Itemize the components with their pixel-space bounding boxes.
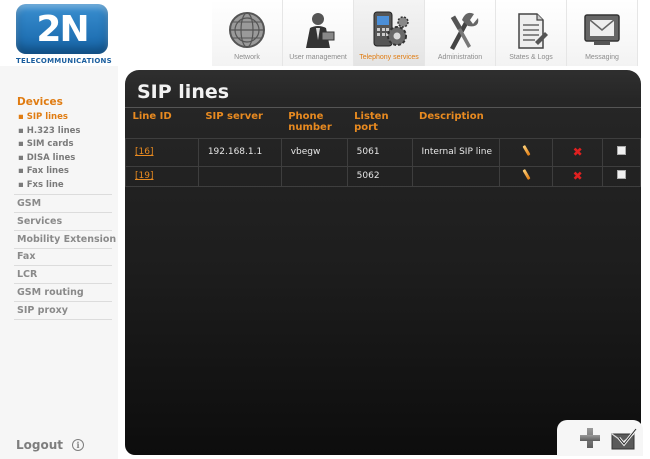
sidebar-subitem-h323-lines[interactable]: ▪ H.323 lines (18, 126, 80, 136)
sidebar-divider (14, 301, 112, 302)
sip-server-cell: 192.168.1.1 (197, 137, 282, 167)
messaging-icon (584, 14, 620, 45)
description-cell: Internal SIP line (411, 137, 501, 167)
column-header-line-id: Line ID (132, 111, 172, 122)
sidebar-subitem-label: Fax lines (26, 166, 69, 176)
select-cell (602, 137, 641, 167)
table-row: [19] 5062 ✖ (125, 165, 641, 187)
sidebar-subitem-label: Fxs line (26, 180, 64, 190)
phone-number-cell (280, 165, 348, 187)
nav-telephony-services[interactable]: Telephony services (354, 0, 425, 66)
sidebar-divider (14, 212, 112, 213)
row-select-checkbox[interactable] (617, 146, 627, 155)
edit-pencil-icon[interactable] (522, 168, 531, 181)
administration-tools-icon (450, 12, 479, 50)
column-header-edit (500, 108, 553, 138)
sidebar-subitem-sip-lines[interactable]: ▪ SIP lines (18, 112, 68, 122)
add-plus-icon[interactable] (580, 428, 600, 448)
network-globe-icon (229, 12, 265, 48)
sidebar-item-sip-proxy[interactable]: SIP proxy (17, 305, 68, 316)
sidebar-item-fax[interactable]: Fax (17, 251, 35, 262)
logout-button[interactable]: Logout i (16, 438, 85, 452)
column-header-select (603, 108, 641, 138)
sip-lines-table: Line ID SIP server Phone number Listen p… (125, 108, 641, 187)
listen-port-cell: 5061 (346, 137, 413, 167)
edit-pencil-icon[interactable] (522, 144, 531, 157)
phone-number-cell: vbegw (280, 137, 348, 167)
nav-label: Telephony services (359, 54, 419, 61)
top-navigation: Network User management Telephony servic… (212, 0, 638, 66)
telephony-services-icon (373, 11, 409, 47)
sidebar-subitem-label: H.323 lines (26, 126, 81, 136)
sip-server-cell (197, 165, 282, 187)
sidebar-subitem-label: SIM cards (26, 139, 74, 149)
sidebar-section-devices[interactable]: Devices (17, 96, 63, 108)
select-cell (602, 165, 641, 187)
logout-label: Logout (16, 438, 64, 452)
table-row: [16] 192.168.1.1 vbegw 5061 Internal SIP… (125, 137, 641, 167)
nav-administration[interactable]: Administration (425, 0, 496, 66)
sidebar-divider (14, 283, 112, 284)
delete-x-icon[interactable]: ✖ (573, 169, 583, 183)
column-header-delete (553, 108, 603, 138)
nav-label: States & Logs (509, 54, 553, 61)
row-select-checkbox[interactable] (617, 170, 627, 179)
description-cell (411, 165, 501, 187)
bottom-toolbar (557, 420, 643, 456)
user-management-icon (306, 13, 335, 48)
sidebar-subitem-disa-lines[interactable]: ▪ DISA lines (18, 153, 75, 163)
nav-network[interactable]: Network (212, 0, 283, 66)
sidebar-item-gsm-routing[interactable]: GSM routing (17, 287, 84, 298)
sidebar-divider (14, 230, 112, 231)
nav-user-management[interactable]: User management (283, 0, 354, 66)
company-logo: 2N TELECOMMUNICATIONS (16, 4, 112, 66)
column-header-sip-server: SIP server (205, 111, 263, 122)
sidebar-subitem-sim-cards[interactable]: ▪ SIM cards (18, 139, 74, 149)
nav-states-logs[interactable]: States & Logs (496, 0, 567, 66)
sidebar-divider (14, 248, 112, 249)
sidebar-item-lcr[interactable]: LCR (17, 269, 37, 280)
column-header-description: Description (419, 111, 484, 122)
sidebar-divider (14, 194, 112, 195)
page-title: SIP lines (137, 81, 230, 103)
info-icon[interactable]: i (72, 439, 85, 451)
apply-check-icon[interactable] (611, 428, 637, 450)
sidebar-divider (14, 319, 112, 320)
table-header: Line ID SIP server Phone number Listen p… (126, 108, 641, 138)
line-id-link[interactable]: [16] (125, 137, 199, 167)
states-logs-icon (518, 13, 548, 49)
sidebar-subitem-label: DISA lines (26, 153, 76, 163)
column-header-listen-port: Listen port (354, 111, 389, 133)
sidebar-divider (14, 265, 112, 266)
nav-messaging[interactable]: Messaging (567, 0, 638, 66)
sidebar-subitem-fax-lines[interactable]: ▪ Fax lines (18, 166, 69, 176)
edit-cell (499, 137, 554, 167)
sidebar-item-gsm[interactable]: GSM (17, 198, 41, 209)
delete-x-icon[interactable]: ✖ (573, 145, 583, 159)
logo-badge: 2N (16, 4, 108, 54)
sidebar-subitem-fxs-line[interactable]: ▪ Fxs line (18, 180, 64, 190)
delete-cell: ✖ (552, 137, 604, 167)
listen-port-cell: 5062 (346, 165, 413, 187)
sidebar-subitem-label: SIP lines (26, 112, 68, 122)
nav-label: User management (289, 54, 347, 61)
logo-tagline: TELECOMMUNICATIONS (16, 57, 112, 65)
nav-label: Administration (437, 54, 483, 61)
nav-label: Network (234, 54, 260, 61)
column-header-phone-number: Phone number (288, 111, 332, 133)
nav-label: Messaging (585, 54, 619, 61)
sidebar-item-services[interactable]: Services (17, 216, 62, 227)
line-id-link[interactable]: [19] (125, 165, 199, 187)
edit-cell (499, 165, 554, 187)
delete-cell: ✖ (552, 165, 604, 187)
sidebar-item-mobility-extension[interactable]: Mobility Extension (17, 234, 116, 245)
sidebar: Devices ▪ SIP lines ▪ H.323 lines ▪ SIM … (0, 66, 118, 459)
main-panel: SIP lines Line ID SIP server Phone numbe… (125, 70, 641, 455)
